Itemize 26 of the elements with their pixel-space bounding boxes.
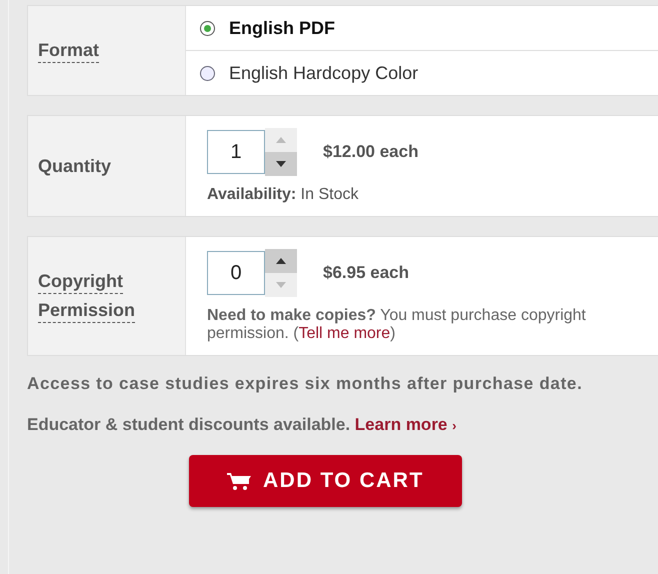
radio-button[interactable] bbox=[200, 20, 215, 36]
quantity-label: Quantity bbox=[38, 156, 112, 176]
access-note: Access to case studies expires six months after purchase date. bbox=[27, 375, 584, 393]
format-label: Format bbox=[38, 38, 100, 63]
add-to-cart-button[interactable]: ADD TO CART bbox=[189, 455, 462, 507]
down-arrow-icon bbox=[276, 282, 286, 288]
cart-icon bbox=[227, 471, 251, 491]
unit-price: $12.00 each bbox=[323, 142, 418, 162]
copyright-quantity-field[interactable]: 0 bbox=[207, 251, 265, 295]
learn-more-link[interactable]: Learn more › bbox=[354, 415, 456, 434]
unit-price: $6.95 each bbox=[323, 263, 410, 283]
format-option[interactable]: English PDF bbox=[186, 6, 658, 51]
down-arrow-icon bbox=[276, 161, 286, 167]
format-option[interactable]: English Hardcopy Color bbox=[186, 51, 658, 95]
up-arrow-icon bbox=[276, 258, 286, 264]
discount-note: Educator & student discounts available. Learn more › bbox=[27, 415, 458, 435]
decrement-button[interactable] bbox=[265, 152, 297, 176]
up-arrow-icon bbox=[276, 137, 286, 143]
copyright-note: Need to make copies? You must purchase copyright permission. (Tell me more) bbox=[207, 307, 587, 343]
copyright-label: Permission bbox=[38, 298, 136, 323]
radio-button[interactable] bbox=[200, 66, 215, 80]
tell-me-more-link[interactable]: Tell me more bbox=[298, 325, 390, 342]
increment-button[interactable] bbox=[265, 249, 297, 273]
quantity-field[interactable]: 1 bbox=[207, 130, 265, 174]
copyright-label: Copyright bbox=[38, 269, 123, 294]
availability-text: Availability: In Stock bbox=[207, 186, 360, 204]
